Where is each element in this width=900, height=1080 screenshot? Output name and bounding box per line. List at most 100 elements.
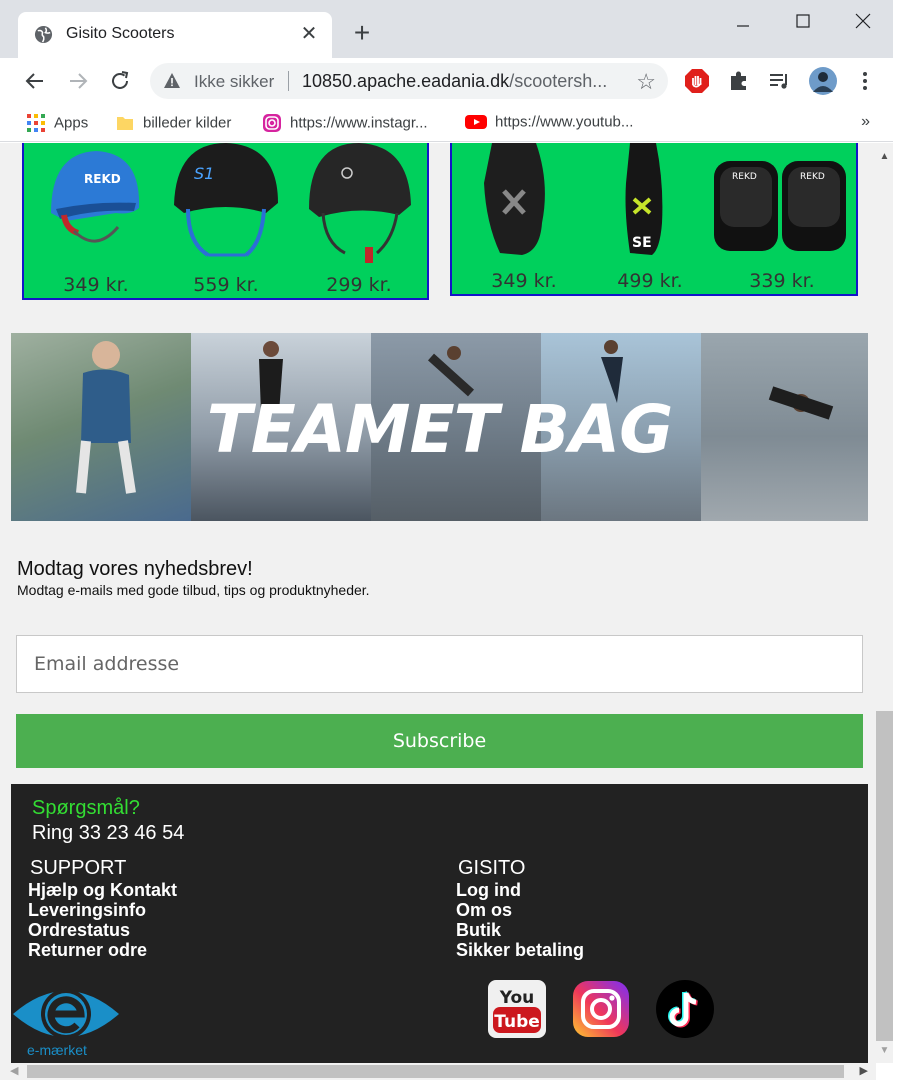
bookmark-instagram[interactable]: https://www.instagr... [262, 113, 428, 135]
reload-icon[interactable] [106, 67, 134, 95]
warning-icon [164, 73, 180, 88]
scroll-right-arrow-icon[interactable]: ▶ [860, 1064, 868, 1077]
svg-text:SE: SE [632, 235, 652, 251]
url-text[interactable]: 10850.apache.eadania.dk/scootersh... [302, 71, 607, 92]
browser-tab[interactable]: Gisito Scooters ✕ [18, 12, 332, 58]
gisito-heading: GISITO [458, 857, 526, 879]
product-helmet-black-red[interactable]: 299 kr. [299, 143, 419, 296]
footer-link-delivery[interactable]: Leveringsinfo [28, 900, 146, 921]
subscribe-button[interactable]: Subscribe [16, 714, 863, 768]
tab-title: Gisito Scooters [66, 25, 175, 42]
instagram-icon [263, 114, 281, 132]
team-banner[interactable]: TEAMET BAG [11, 333, 868, 521]
black-helmet-image: S1 [174, 143, 278, 257]
product-helmet-black-blue[interactable]: S1 559 kr. [166, 143, 286, 296]
email-input[interactable] [16, 635, 863, 693]
price-label: 349 kr. [491, 270, 557, 292]
product-knee-pads-pair[interactable]: REKD REKD 339 kr. [712, 143, 852, 293]
youtube-logo-you: You [499, 988, 535, 1008]
back-arrow-icon[interactable] [21, 67, 49, 95]
helmets-product-box: REKD 349 kr. S1 559 kr. 299 kr. [22, 143, 429, 300]
tab-close-icon[interactable]: ✕ [298, 23, 320, 45]
footer-link-help[interactable]: Hjælp og Kontakt [28, 880, 177, 901]
support-heading: SUPPORT [30, 857, 127, 879]
bookmarks-bar: Apps billeder kilder https://www.instagr… [0, 104, 900, 142]
youtube-icon [465, 115, 487, 130]
banner-title: TEAMET BAG [206, 391, 674, 468]
bookmark-label: https://www.instagr... [290, 114, 428, 132]
bookmark-billeder-kilder[interactable]: billeder kilder [115, 113, 231, 135]
maximize-icon[interactable] [783, 6, 823, 36]
footer-link-order-status[interactable]: Ordrestatus [28, 920, 130, 941]
folder-icon [117, 117, 133, 130]
bookmark-label: billeder kilder [143, 114, 232, 132]
scroll-up-arrow-icon[interactable]: ▲ [876, 151, 893, 165]
omnibox-separator [288, 71, 289, 91]
svg-text:REKD: REKD [800, 172, 825, 182]
svg-text:S1: S1 [194, 164, 214, 183]
horizontal-scroll-thumb[interactable] [27, 1065, 844, 1078]
bookmark-apps[interactable]: Apps [26, 113, 88, 135]
footer-question: Spørgsmål? [32, 797, 140, 819]
footer-link-about[interactable]: Om os [456, 900, 512, 921]
footer-link-shop[interactable]: Butik [456, 920, 501, 941]
newsletter-description: Modtag e-mails med gode tilbud, tips og … [17, 582, 370, 598]
newsletter-title: Modtag vores nyhedsbrev! [17, 558, 253, 580]
bookmark-star-icon[interactable]: ☆ [636, 69, 656, 95]
svg-text:REKD: REKD [84, 172, 121, 186]
blue-helmet-image: REKD [51, 151, 140, 243]
footer-link-secure-payment[interactable]: Sikker betaling [456, 940, 584, 961]
menu-kebab-icon[interactable] [852, 68, 878, 94]
price-label: 299 kr. [326, 274, 392, 296]
price-label: 339 kr. [749, 270, 815, 292]
url-path: /scootersh... [509, 71, 608, 91]
profile-avatar-icon[interactable] [808, 66, 838, 96]
vertical-scroll-thumb[interactable] [876, 711, 893, 1041]
minimize-icon[interactable] [723, 6, 763, 36]
youtube-logo-icon[interactable]: You Tube [487, 979, 547, 1039]
scroll-down-arrow-icon[interactable]: ▼ [876, 1045, 893, 1059]
extensions-puzzle-icon[interactable] [726, 68, 752, 94]
vertical-scrollbar[interactable]: ▲ ▼ [876, 143, 893, 1063]
youtube-logo-tube: Tube [494, 1012, 540, 1032]
bookmark-youtube[interactable]: https://www.youtub... [465, 113, 633, 135]
bookmark-label: Apps [54, 114, 89, 132]
site-footer: Spørgsmål? Ring 33 23 46 54 SUPPORT Hjæl… [11, 784, 868, 1063]
horizontal-scrollbar[interactable]: ◀ ▶ [0, 1063, 876, 1080]
knee-sleeve-image: SE [625, 143, 663, 255]
instagram-logo-icon[interactable] [571, 979, 631, 1039]
address-bar[interactable]: Ikke sikker 10850.apache.eadania.dk/scoo… [150, 63, 668, 99]
bookmark-label: https://www.youtub... [495, 113, 634, 131]
footer-link-returns[interactable]: Returner odre [28, 940, 147, 961]
product-elbow-pad[interactable]: 349 kr. [464, 143, 584, 293]
security-label[interactable]: Ikke sikker [194, 72, 274, 92]
footer-link-login[interactable]: Log ind [456, 880, 521, 901]
browser-window: Gisito Scooters ✕ + Ikke sikker 10850.ap… [0, 0, 900, 1080]
bookmarks-overflow-icon[interactable]: » [861, 113, 870, 131]
product-helmet-blue[interactable]: REKD 349 kr. [36, 143, 156, 296]
adblock-icon[interactable] [684, 68, 710, 94]
url-host: 10850.apache.eadania.dk [302, 71, 510, 91]
tab-strip: Gisito Scooters ✕ + [0, 0, 900, 58]
product-knee-sleeve[interactable]: SE 499 kr. [590, 143, 710, 293]
tiktok-logo-icon[interactable] [655, 979, 715, 1039]
svg-text:REKD: REKD [732, 172, 757, 182]
browser-toolbar: Ikke sikker 10850.apache.eadania.dk/scoo… [0, 58, 900, 104]
price-label: 559 kr. [193, 274, 259, 296]
e-maerket-label: e-mærket [27, 1042, 87, 1058]
footer-phone[interactable]: Ring 33 23 46 54 [32, 822, 184, 845]
apps-grid-icon [27, 114, 45, 132]
knee-pads-pair-image: REKD REKD [714, 161, 846, 251]
forward-arrow-icon[interactable] [64, 67, 92, 95]
price-label: 499 kr. [617, 270, 683, 292]
new-tab-icon[interactable]: + [348, 19, 376, 48]
scroll-left-arrow-icon[interactable]: ◀ [10, 1064, 18, 1077]
page-viewport: REKD 349 kr. S1 559 kr. 299 kr. 349 kr. … [0, 143, 876, 1063]
black-red-helmet-image [309, 143, 411, 263]
media-queue-icon[interactable] [767, 68, 793, 94]
pads-product-box: 349 kr. SE 499 kr. REKD REKD 339 kr. [450, 143, 858, 296]
window-close-icon[interactable] [843, 6, 883, 36]
globe-icon [34, 25, 53, 44]
knee-pad-image [484, 143, 545, 255]
window-frame-edge [893, 0, 900, 1080]
